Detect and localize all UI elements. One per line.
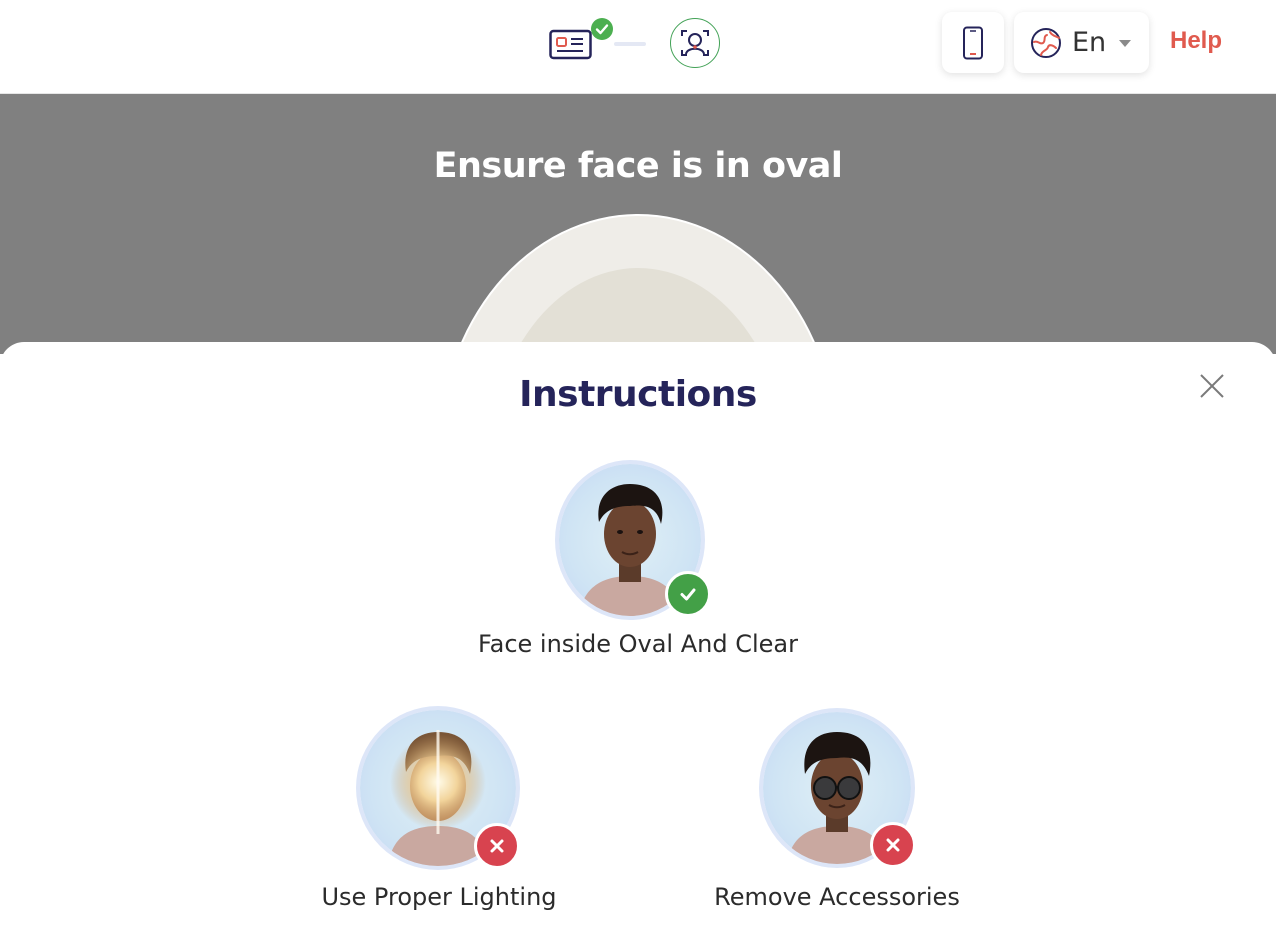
check-badge-icon [665, 571, 711, 617]
tip-label: Face inside Oval And Clear [478, 630, 798, 658]
switch-to-phone-button[interactable] [942, 12, 1004, 73]
face-oval-guide [438, 214, 838, 354]
instructions-modal: Instructions Face inside Oval And Clear [0, 342, 1276, 942]
face-scan-step-icon [670, 18, 720, 68]
id-card-step-icon [549, 28, 593, 60]
tip-label: Remove Accessories [714, 883, 960, 911]
stage-title: Ensure face is in oval [433, 146, 843, 186]
error-badge-icon [870, 822, 916, 868]
language-selector[interactable]: En [1014, 12, 1149, 73]
step-connector [614, 42, 646, 46]
top-bar: En Help [0, 0, 1276, 94]
camera-preview: Ensure face is in oval [0, 94, 1276, 354]
help-link[interactable]: Help [1170, 27, 1222, 55]
language-value: En [1072, 27, 1107, 58]
tip-label: Use Proper Lighting [321, 883, 557, 911]
step-complete-check-icon [591, 18, 613, 40]
error-badge-icon [474, 823, 520, 869]
close-icon [1200, 374, 1224, 398]
chevron-down-icon [1119, 40, 1131, 47]
smartphone-icon [963, 26, 983, 59]
close-button[interactable] [1196, 370, 1228, 402]
modal-title: Instructions [519, 374, 757, 415]
globe-icon [1031, 28, 1061, 58]
